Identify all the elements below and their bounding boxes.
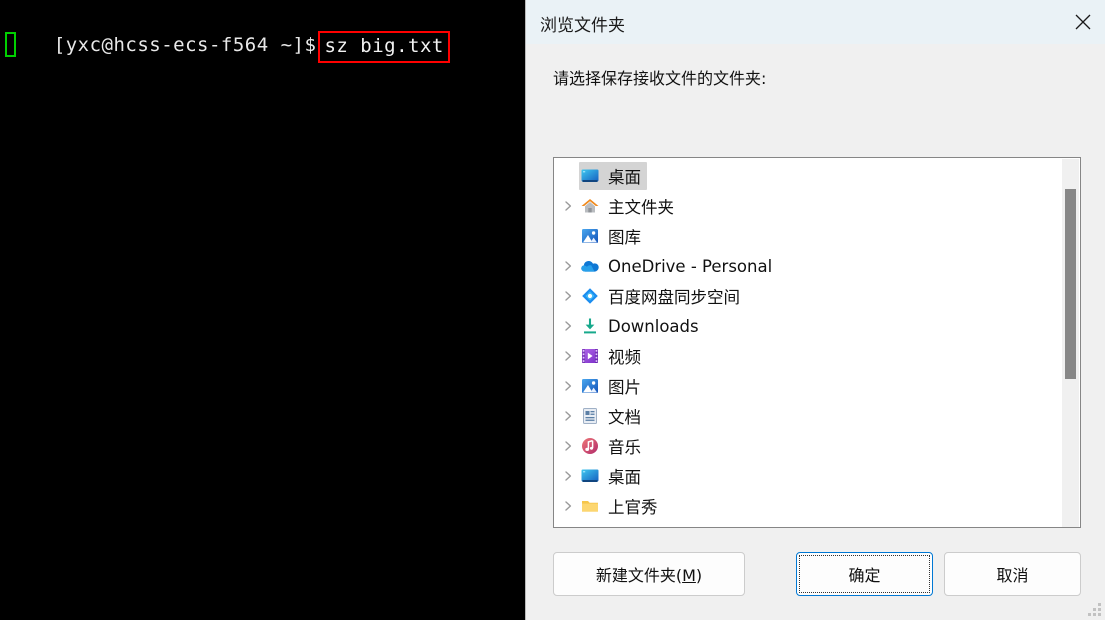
tree-item[interactable]: 桌面 <box>554 161 1062 191</box>
tree-item-content: 上官秀 <box>579 492 664 520</box>
tree-item-label: 主文件夹 <box>608 198 674 217</box>
tree-item-content: 主文件夹 <box>579 192 680 220</box>
tree-item-label: OneDrive - Personal <box>608 256 773 276</box>
ok-button-label: 确定 <box>848 566 881 585</box>
terminal-command-line: [yxc@hcss-ecs-f564 ~]$ sz big.txt <box>6 4 450 88</box>
tree-scrollbar[interactable] <box>1062 159 1079 527</box>
cancel-button-label: 取消 <box>996 566 1029 585</box>
terminal-command-text: sz big.txt <box>324 35 444 57</box>
tree-item-label: 百度网盘同步空间 <box>608 288 740 307</box>
dialog-titlebar[interactable]: 浏览文件夹 <box>526 0 1105 44</box>
chevron-right-icon[interactable] <box>557 440 579 452</box>
dialog-title: 浏览文件夹 <box>540 16 625 36</box>
browse-folder-dialog: 浏览文件夹 请选择保存接收文件的文件夹: 桌面 主文件夹 图库 OneDrive - … <box>525 0 1105 620</box>
video-icon <box>579 345 601 367</box>
tree-item-label: 文档 <box>608 408 641 427</box>
download-icon <box>579 315 601 337</box>
tree-item-content: 桌面 <box>579 462 647 490</box>
tree-item-content: 图片 <box>579 372 647 400</box>
cancel-button[interactable]: 取消 <box>944 552 1081 596</box>
dialog-prompt-label: 请选择保存接收文件的文件夹: <box>553 69 767 88</box>
tree-item-content: 音乐 <box>579 432 647 460</box>
tree-item-label: 图库 <box>608 228 641 247</box>
tree-item-label: 上官秀 <box>608 498 658 517</box>
ok-button[interactable]: 确定 <box>796 552 933 596</box>
folder-tree: 桌面 主文件夹 图库 OneDrive - Personal 百度网盘同步空间 Downl… <box>554 158 1062 521</box>
tree-item[interactable]: 音乐 <box>554 431 1062 461</box>
folder-icon <box>579 495 601 517</box>
tree-item-label: Downloads <box>608 316 699 336</box>
tree-item[interactable]: 图片 <box>554 371 1062 401</box>
chevron-right-icon[interactable] <box>557 290 579 302</box>
chevron-right-icon[interactable] <box>557 200 579 212</box>
tree-item[interactable]: 视频 <box>554 341 1062 371</box>
tree-item[interactable]: OneDrive - Personal <box>554 251 1062 281</box>
tree-item-content: Downloads <box>579 313 705 339</box>
home-icon <box>579 195 601 217</box>
tree-item-label: 图片 <box>608 378 641 397</box>
tree-item[interactable]: 桌面 <box>554 461 1062 491</box>
tree-item[interactable]: 文档 <box>554 401 1062 431</box>
tree-item-label: 桌面 <box>608 468 641 487</box>
tree-item-content: 图库 <box>579 222 647 250</box>
terminal-command-highlight: sz big.txt <box>318 31 450 63</box>
chevron-right-icon[interactable] <box>557 470 579 482</box>
desktop-icon <box>579 465 601 487</box>
tree-item[interactable]: 上官秀 <box>554 491 1062 521</box>
terminal-cursor <box>5 32 16 57</box>
chevron-right-icon[interactable] <box>557 380 579 392</box>
close-icon[interactable] <box>1059 0 1105 43</box>
terminal-prompt: [yxc@hcss-ecs-f564 ~]$ <box>53 34 317 56</box>
folder-tree-listbox[interactable]: 桌面 主文件夹 图库 OneDrive - Personal 百度网盘同步空间 Downl… <box>553 157 1081 528</box>
baidu-icon <box>579 285 601 307</box>
terminal-window[interactable]: [yxc@hcss-ecs-f564 ~]$ sz big.txt <box>0 0 525 620</box>
pictures-icon <box>579 375 601 397</box>
tree-item-label: 视频 <box>608 348 641 367</box>
chevron-right-icon[interactable] <box>557 350 579 362</box>
onedrive-icon <box>579 255 601 277</box>
tree-item-content: 百度网盘同步空间 <box>579 282 746 310</box>
tree-item-content: 视频 <box>579 342 647 370</box>
tree-item-label: 音乐 <box>608 438 641 457</box>
tree-item[interactable]: Downloads <box>554 311 1062 341</box>
chevron-right-icon[interactable] <box>557 260 579 272</box>
monitor-icon <box>579 165 601 187</box>
documents-icon <box>579 405 601 427</box>
tree-item-content: 桌面 <box>579 162 647 190</box>
tree-item[interactable]: 百度网盘同步空间 <box>554 281 1062 311</box>
resize-grip-icon[interactable] <box>1087 602 1101 616</box>
tree-item[interactable]: 主文件夹 <box>554 191 1062 221</box>
gallery-icon <box>579 225 601 247</box>
tree-item-content: OneDrive - Personal <box>579 253 778 279</box>
chevron-right-icon[interactable] <box>557 410 579 422</box>
music-icon <box>579 435 601 457</box>
new-folder-button-label: 新建文件夹(M) <box>595 566 703 585</box>
new-folder-button[interactable]: 新建文件夹(M) <box>553 552 745 596</box>
chevron-right-icon[interactable] <box>557 320 579 332</box>
tree-item-content: 文档 <box>579 402 647 430</box>
tree-item[interactable]: 图库 <box>554 221 1062 251</box>
tree-item-label: 桌面 <box>608 168 641 187</box>
chevron-right-icon[interactable] <box>557 500 579 512</box>
tree-scrollbar-thumb[interactable] <box>1065 189 1076 379</box>
